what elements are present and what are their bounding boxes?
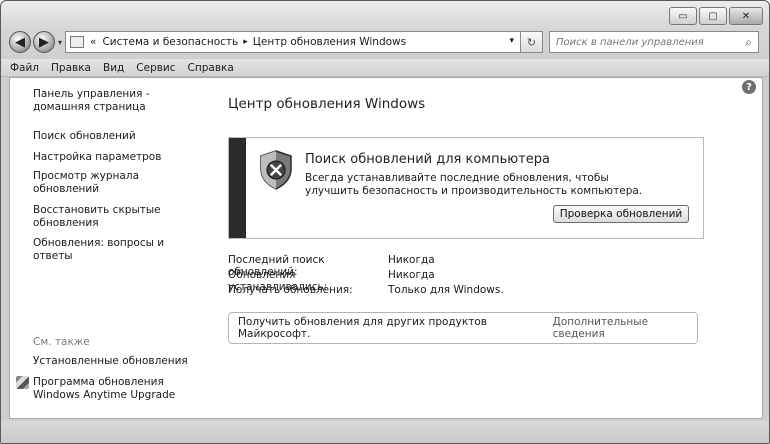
info-row: Получать обновления: Только для Windows. bbox=[228, 284, 504, 299]
address-bar[interactable]: « Система и безопасность ▸ Центр обновле… bbox=[65, 31, 522, 53]
search-icon[interactable]: ⌕ bbox=[745, 35, 752, 50]
forward-button[interactable]: ▶ bbox=[33, 31, 55, 53]
breadcrumb-root-icon[interactable]: « bbox=[90, 36, 96, 48]
sidebar-restore-hidden[interactable]: Восстановить скрытые обновления bbox=[33, 204, 203, 230]
minimize-button[interactable]: ▭ bbox=[669, 7, 697, 25]
menu-file[interactable]: Файл bbox=[10, 62, 39, 74]
sidebar-home-link[interactable]: Панель управления - домашняя страница bbox=[33, 88, 203, 114]
maximize-button[interactable]: ▢ bbox=[699, 7, 727, 25]
info-label: Последний поиск обновлений: bbox=[228, 254, 325, 278]
sidebar-view-history[interactable]: Просмотр журнала обновлений bbox=[33, 170, 203, 196]
menu-bar: Файл Правка Вид Сервис Справка bbox=[1, 59, 769, 77]
help-icon[interactable]: ? bbox=[742, 80, 756, 94]
breadcrumb-item-windows-update[interactable]: Центр обновления Windows bbox=[253, 36, 406, 48]
menu-help[interactable]: Справка bbox=[188, 62, 234, 74]
refresh-button[interactable]: ↻ bbox=[521, 31, 544, 53]
update-info: Последний поиск обновлений: Никогда Обно… bbox=[228, 254, 504, 299]
info-row: Обновления устанавливались: Никогда bbox=[228, 269, 504, 293]
page-title: Центр обновления Windows bbox=[228, 96, 426, 112]
info-value: Никогда bbox=[388, 254, 435, 266]
sidebar-installed-updates[interactable]: Установленные обновления bbox=[33, 355, 203, 368]
status-description: Всегда устанавливайте последние обновлен… bbox=[305, 172, 643, 197]
recent-pages-dropdown-icon[interactable]: ▾ bbox=[58, 38, 62, 47]
menu-view[interactable]: Вид bbox=[103, 62, 124, 74]
navigation-bar: ◀ ▶ ▾ « Система и безопасность ▸ Центр о… bbox=[9, 29, 761, 55]
info-label: Получать обновления: bbox=[228, 284, 353, 296]
sidebar-anytime-upgrade[interactable]: Программа обновления Windows Anytime Upg… bbox=[33, 376, 203, 402]
sidebar: Панель управления - домашняя страница По… bbox=[10, 78, 210, 418]
anytime-upgrade-icon bbox=[16, 376, 29, 389]
sidebar-check-updates[interactable]: Поиск обновлений bbox=[33, 130, 203, 143]
info-value: Только для Windows. bbox=[388, 284, 504, 296]
breadcrumb-separator-icon[interactable]: ▸ bbox=[243, 37, 248, 47]
see-also-heading: См. также bbox=[33, 336, 90, 348]
status-heading: Поиск обновлений для компьютера bbox=[305, 152, 550, 167]
info-value: Никогда bbox=[388, 269, 435, 281]
content-pane: Панель управления - домашняя страница По… bbox=[9, 77, 763, 419]
more-info-link[interactable]: Дополнительные сведения bbox=[553, 316, 697, 340]
address-dropdown-icon[interactable]: ▾ bbox=[509, 36, 514, 46]
search-input[interactable] bbox=[556, 36, 727, 48]
update-status-panel: Поиск обновлений для компьютера Всегда у… bbox=[228, 137, 704, 239]
menu-tools[interactable]: Сервис bbox=[136, 62, 175, 74]
info-label: Обновления устанавливались: bbox=[228, 269, 328, 293]
control-panel-icon bbox=[70, 36, 85, 48]
breadcrumb-item-security[interactable]: Система и безопасность bbox=[102, 36, 238, 48]
status-color-bar bbox=[229, 138, 246, 238]
sidebar-faq[interactable]: Обновления: вопросы и ответы bbox=[33, 237, 203, 263]
window-status-bar bbox=[1, 421, 769, 443]
check-updates-button[interactable]: Проверка обновлений bbox=[553, 205, 689, 223]
window: ▭ ▢ ✕ ◀ ▶ ▾ « Система и безопасность ▸ Ц… bbox=[0, 0, 770, 444]
other-products-notice: Получить обновления для других продуктов… bbox=[228, 312, 698, 344]
back-button[interactable]: ◀ bbox=[9, 31, 31, 53]
notice-text: Получить обновления для других продуктов… bbox=[238, 316, 487, 340]
search-box[interactable]: ⌕ bbox=[549, 31, 760, 53]
close-button[interactable]: ✕ bbox=[729, 7, 763, 25]
caption-buttons: ▭ ▢ ✕ bbox=[669, 7, 763, 25]
sidebar-settings[interactable]: Настройка параметров bbox=[33, 151, 203, 164]
info-row: Последний поиск обновлений: Никогда bbox=[228, 254, 504, 278]
security-shield-icon bbox=[260, 150, 292, 190]
menu-edit[interactable]: Правка bbox=[51, 62, 91, 74]
